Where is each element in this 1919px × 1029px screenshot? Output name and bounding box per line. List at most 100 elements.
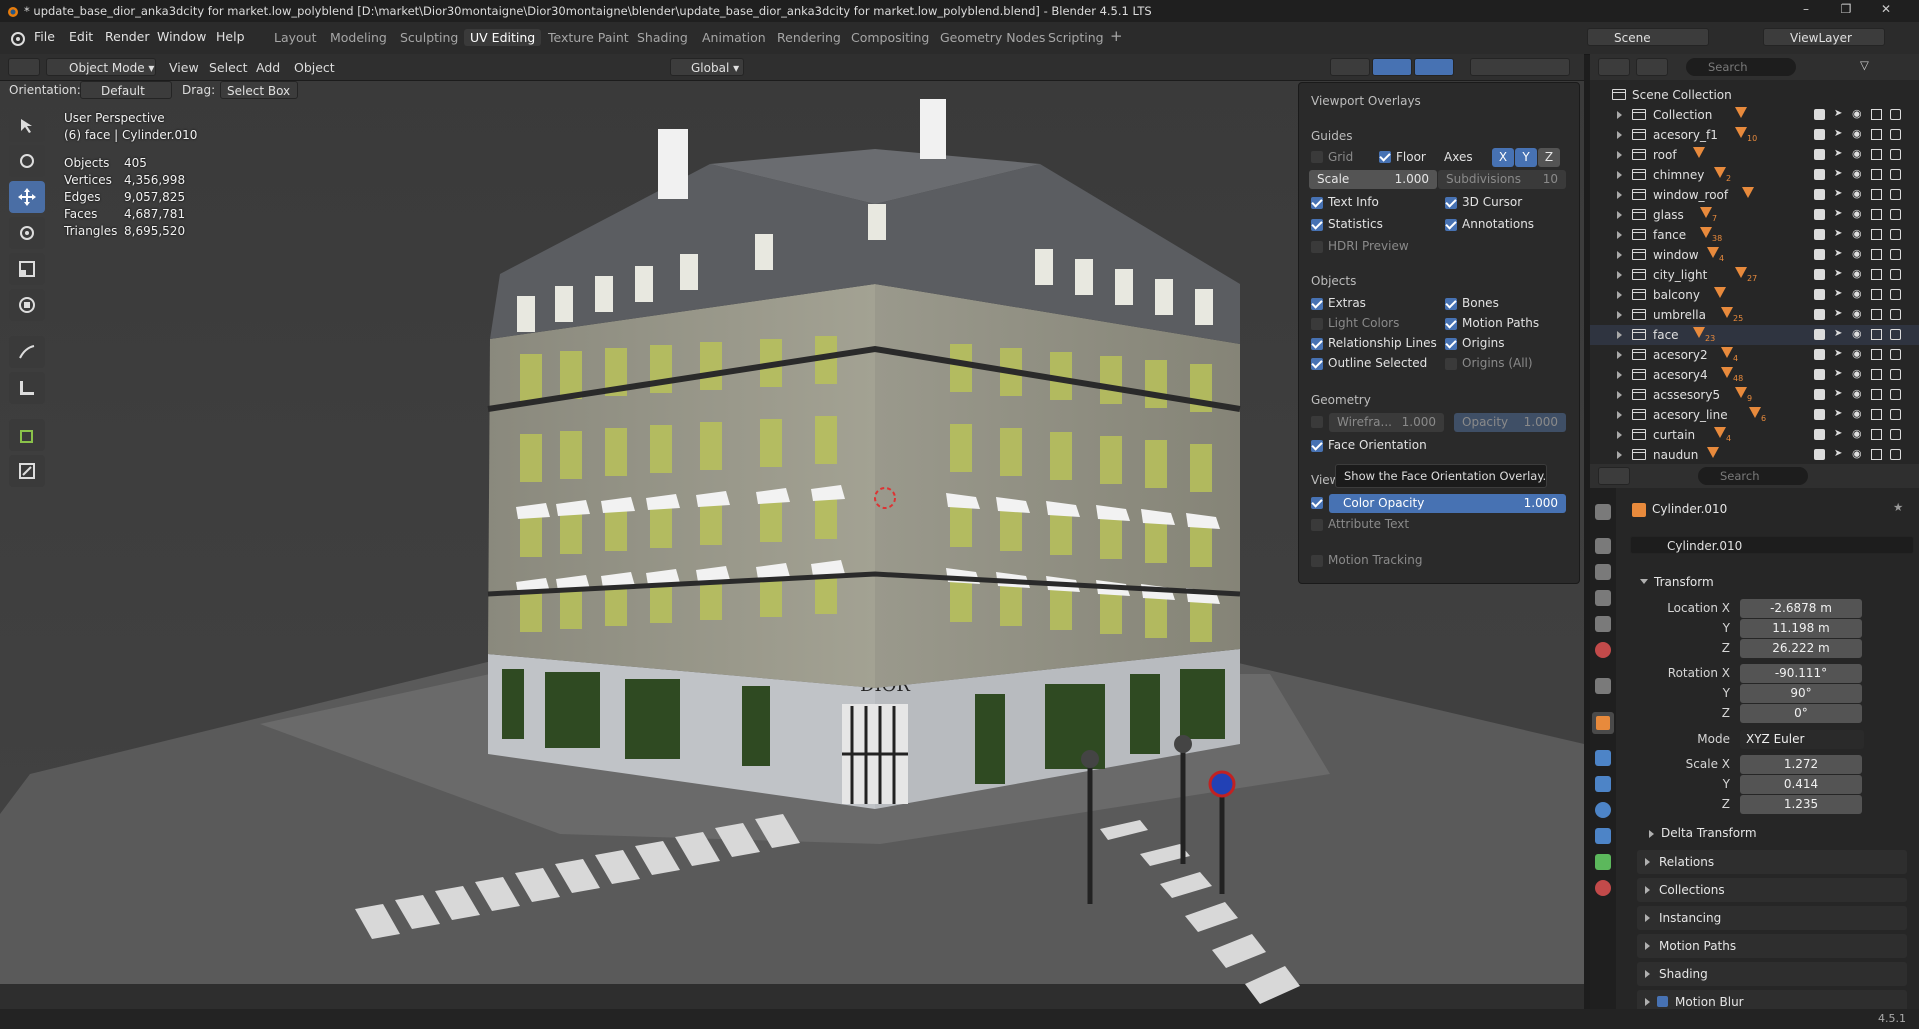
outliner-row[interactable]: umbrella 25 ➤ ◉ (1590, 305, 1919, 325)
outliner-row[interactable]: face 23 ➤ ◉ (1590, 325, 1919, 345)
monitor-icon[interactable] (1871, 449, 1882, 460)
select-arrow-icon[interactable]: ➤ (1834, 408, 1845, 419)
exclude-checkbox-icon[interactable] (1814, 189, 1825, 200)
select-arrow-icon[interactable]: ➤ (1834, 268, 1845, 279)
menu-object[interactable]: Object (294, 60, 335, 75)
expand-arrow-icon[interactable] (1617, 231, 1622, 239)
select-arrow-icon[interactable]: ➤ (1834, 228, 1845, 239)
select-arrow-icon[interactable]: ➤ (1834, 368, 1845, 379)
extra-tool[interactable] (9, 455, 45, 487)
tab-geometry-nodes[interactable]: Geometry Nodes (940, 30, 1045, 45)
exclude-checkbox-icon[interactable] (1814, 249, 1825, 260)
properties-search-input[interactable]: Search (1698, 467, 1808, 485)
eye-icon[interactable]: ◉ (1852, 127, 1863, 140)
menu-help[interactable]: Help (216, 29, 245, 44)
select-arrow-icon[interactable]: ➤ (1834, 308, 1845, 319)
camera-icon[interactable] (1890, 129, 1901, 140)
monitor-icon[interactable] (1871, 309, 1882, 320)
eye-icon[interactable]: ◉ (1852, 167, 1863, 180)
camera-icon[interactable] (1890, 449, 1901, 460)
scale-field[interactable]: Scale 1.000 (1309, 170, 1437, 189)
menu-window[interactable]: Window (157, 29, 206, 44)
floor-checkbox[interactable] (1379, 151, 1391, 163)
rotation-z-field[interactable]: 0° (1740, 704, 1862, 723)
select-arrow-icon[interactable]: ➤ (1834, 108, 1845, 119)
monitor-icon[interactable] (1871, 329, 1882, 340)
eye-icon[interactable]: ◉ (1852, 427, 1863, 440)
color-opacity-checkbox[interactable] (1311, 497, 1323, 509)
scale-tool[interactable] (9, 253, 45, 285)
filter-icon[interactable]: ▽ (1860, 58, 1869, 72)
bones-checkbox[interactable] (1445, 298, 1457, 310)
eye-icon[interactable]: ◉ (1852, 267, 1863, 280)
physics-tab-icon[interactable] (1595, 802, 1611, 818)
menu-add[interactable]: Add (256, 60, 280, 75)
monitor-icon[interactable] (1871, 249, 1882, 260)
monitor-icon[interactable] (1871, 229, 1882, 240)
camera-icon[interactable] (1890, 109, 1901, 120)
location-x-field[interactable]: -2.6878 m (1740, 599, 1862, 618)
scene-selector[interactable]: Scene (1587, 28, 1709, 46)
camera-icon[interactable] (1890, 329, 1901, 340)
statistics-checkbox[interactable] (1311, 219, 1323, 231)
expand-arrow-icon[interactable] (1617, 171, 1622, 179)
tweak-tool[interactable] (9, 110, 45, 142)
exclude-checkbox-icon[interactable] (1814, 449, 1825, 460)
outliner-row[interactable]: window 4 ➤ ◉ (1590, 245, 1919, 265)
expand-arrow-icon[interactable] (1617, 331, 1622, 339)
blender-menu-icon[interactable] (9, 30, 25, 46)
measure-tool[interactable] (9, 372, 45, 404)
subdivisions-field[interactable]: Subdivisions 10 (1438, 170, 1566, 189)
tab-sculpting[interactable]: Sculpting (400, 30, 458, 45)
wireframe-checkbox[interactable] (1311, 416, 1323, 428)
exclude-checkbox-icon[interactable] (1814, 169, 1825, 180)
tab-shading[interactable]: Shading (637, 30, 688, 45)
eye-icon[interactable]: ◉ (1852, 187, 1863, 200)
exclude-checkbox-icon[interactable] (1814, 129, 1825, 140)
annotations-checkbox[interactable] (1445, 219, 1457, 231)
exclude-checkbox-icon[interactable] (1814, 329, 1825, 340)
monitor-icon[interactable] (1871, 129, 1882, 140)
eye-icon[interactable]: ◉ (1852, 387, 1863, 400)
gizmo-toggle[interactable] (1372, 58, 1412, 76)
eye-icon[interactable]: ◉ (1852, 307, 1863, 320)
select-arrow-icon[interactable]: ➤ (1834, 428, 1845, 439)
monitor-icon[interactable] (1871, 149, 1882, 160)
rotation-y-field[interactable]: 90° (1740, 684, 1862, 703)
outline-selected-checkbox[interactable] (1311, 358, 1323, 370)
camera-icon[interactable] (1890, 249, 1901, 260)
select-arrow-icon[interactable]: ➤ (1834, 388, 1845, 399)
tab-animation[interactable]: Animation (702, 30, 766, 45)
select-arrow-icon[interactable]: ➤ (1834, 448, 1845, 459)
exclude-checkbox-icon[interactable] (1814, 389, 1825, 400)
extras-checkbox[interactable] (1311, 298, 1323, 310)
drag-selector[interactable]: Select Box (220, 81, 298, 99)
minimize-icon[interactable]: – (1786, 2, 1826, 20)
opacity-field[interactable]: Opacity 1.000 (1454, 413, 1566, 432)
outliner-editor-type[interactable] (1598, 58, 1630, 76)
viewlayer-selector[interactable]: ViewLayer (1763, 28, 1885, 46)
expand-arrow-icon[interactable] (1617, 371, 1622, 379)
expand-arrow-icon[interactable] (1617, 111, 1622, 119)
expand-arrow-icon[interactable] (1617, 431, 1622, 439)
grid-checkbox[interactable] (1311, 151, 1323, 163)
menu-render[interactable]: Render (105, 29, 150, 44)
3d-cursor-checkbox[interactable] (1445, 197, 1457, 209)
annotate-tool[interactable] (9, 336, 45, 368)
outliner-row[interactable]: chimney 2 ➤ ◉ (1590, 165, 1919, 185)
rotation-mode-selector[interactable]: XYZ Euler (1740, 730, 1864, 749)
eye-icon[interactable]: ◉ (1852, 447, 1863, 460)
eye-icon[interactable]: ◉ (1852, 147, 1863, 160)
face-orientation-checkbox[interactable] (1311, 440, 1323, 452)
select-arrow-icon[interactable]: ➤ (1834, 288, 1845, 299)
select-arrow-icon[interactable]: ➤ (1834, 348, 1845, 359)
delta-transform-section[interactable]: Delta Transform (1645, 823, 1905, 845)
outliner-row[interactable]: acssesory5 9 ➤ ◉ (1590, 385, 1919, 405)
wireframe-field[interactable]: Wirefra... 1.000 (1329, 413, 1444, 432)
outliner-row[interactable]: city_light 27 ➤ ◉ (1590, 265, 1919, 285)
color-opacity-slider[interactable]: Color Opacity 1.000 (1329, 494, 1566, 513)
hdri-preview-checkbox[interactable] (1311, 241, 1323, 253)
object-name-field[interactable]: Cylinder.010 (1630, 536, 1914, 554)
camera-icon[interactable] (1890, 169, 1901, 180)
exclude-checkbox-icon[interactable] (1814, 409, 1825, 420)
